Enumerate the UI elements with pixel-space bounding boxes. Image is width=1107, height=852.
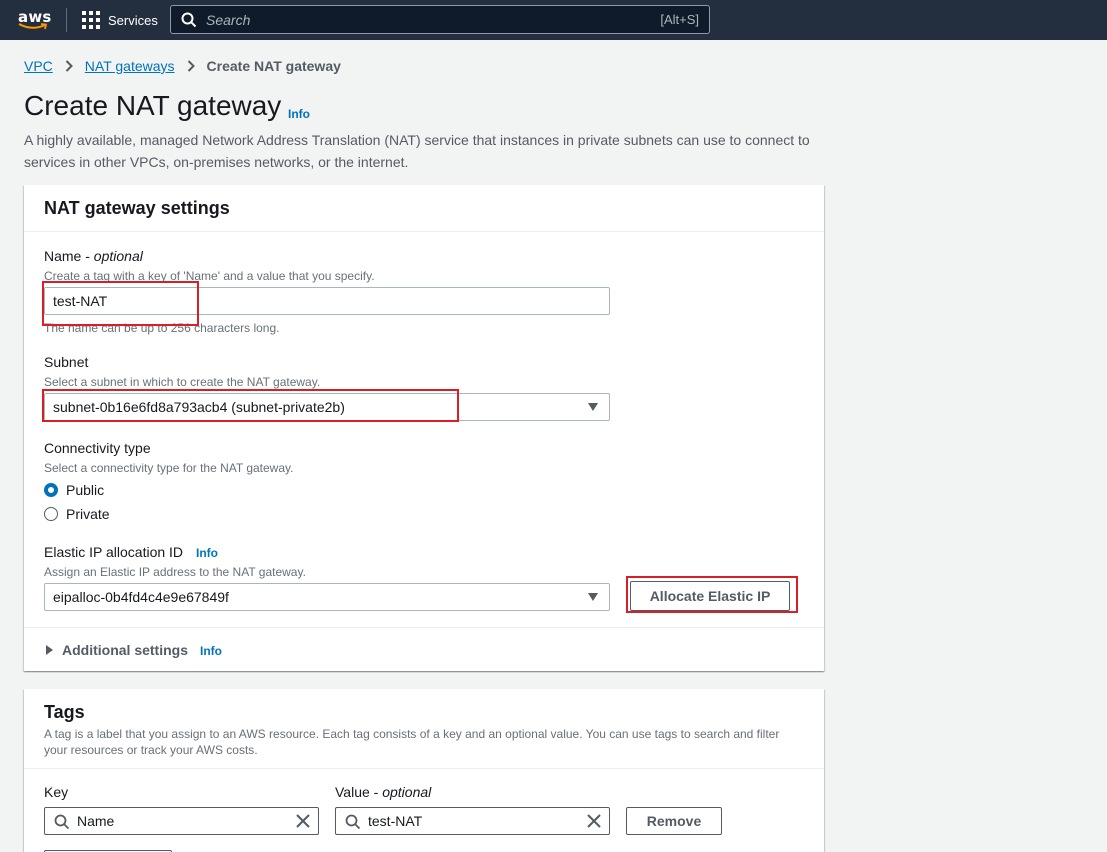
breadcrumb-nat-gateways[interactable]: NAT gateways bbox=[85, 58, 175, 74]
radio-selected-icon bbox=[44, 483, 58, 497]
allocate-elastic-ip-button[interactable]: Allocate Elastic IP bbox=[630, 581, 790, 611]
subnet-select[interactable]: subnet-0b16e6fd8a793acb4 (subnet-private… bbox=[44, 393, 610, 421]
page-title: Create NAT gateway bbox=[24, 90, 282, 121]
eip-field-description: Assign an Elastic IP address to the NAT … bbox=[44, 565, 306, 579]
connectivity-type-label: Connectivity type bbox=[44, 440, 151, 456]
top-navigation-bar: aws Services Search [Alt+S] bbox=[0, 0, 1107, 40]
subnet-selected-value: subnet-0b16e6fd8a793acb4 (subnet-private… bbox=[53, 399, 345, 415]
aws-logo[interactable]: aws bbox=[16, 6, 52, 34]
aws-smile-icon bbox=[18, 23, 48, 30]
name-constraint-text: The name can be up to 256 characters lon… bbox=[44, 321, 280, 335]
radio-public-label: Public bbox=[66, 482, 105, 498]
caret-right-icon bbox=[46, 645, 53, 655]
radio-private[interactable]: Private bbox=[44, 506, 110, 522]
tags-panel: Tags A tag is a label that you assign to… bbox=[24, 689, 824, 852]
caret-down-icon bbox=[588, 593, 598, 601]
name-input[interactable] bbox=[44, 287, 610, 315]
panel-header: NAT gateway settings bbox=[24, 185, 824, 232]
close-icon[interactable] bbox=[586, 813, 602, 829]
panel-title: NAT gateway settings bbox=[44, 198, 230, 218]
tags-panel-title: Tags bbox=[44, 702, 85, 722]
breadcrumb-vpc[interactable]: VPC bbox=[24, 58, 53, 74]
tag-value-label: Value - optional bbox=[335, 784, 432, 800]
caret-down-icon bbox=[588, 403, 598, 411]
tag-key-input[interactable]: Name bbox=[44, 807, 319, 835]
subnet-field-label: Subnet bbox=[44, 354, 89, 370]
nat-gateway-settings-panel: NAT gateway settings Name - optional Cre… bbox=[24, 185, 824, 671]
nav-divider bbox=[66, 8, 67, 32]
eip-info-link[interactable]: Info bbox=[196, 546, 218, 560]
page-info-link[interactable]: Info bbox=[288, 107, 310, 121]
subnet-field-description: Select a subnet in which to create the N… bbox=[44, 375, 321, 389]
tag-value-input[interactable]: test-NAT bbox=[335, 807, 610, 835]
optional-label: optional bbox=[382, 784, 432, 800]
services-label: Services bbox=[108, 12, 158, 28]
tag-value-value: test-NAT bbox=[368, 813, 423, 829]
breadcrumb: VPC NAT gateways Create NAT gateway bbox=[24, 58, 341, 74]
chevron-right-icon bbox=[65, 60, 73, 72]
search-icon bbox=[181, 12, 197, 28]
radio-unselected-icon bbox=[44, 507, 58, 521]
eip-selected-value: eipalloc-0b4fd4c4e9e67849f bbox=[53, 589, 229, 605]
section-divider bbox=[24, 627, 824, 628]
section-divider bbox=[24, 768, 824, 769]
tags-description: A tag is a label that you assign to an A… bbox=[44, 727, 780, 757]
tag-key-label: Key bbox=[44, 784, 69, 800]
radio-public[interactable]: Public bbox=[44, 482, 104, 498]
optional-label: optional bbox=[93, 248, 143, 264]
tag-key-value: Name bbox=[77, 813, 115, 829]
chevron-right-icon bbox=[187, 60, 195, 72]
services-menu-button[interactable]: Services bbox=[82, 10, 158, 30]
additional-settings-label: Additional settings bbox=[62, 642, 188, 658]
close-icon[interactable] bbox=[295, 813, 311, 829]
connectivity-type-description: Select a connectivity type for the NAT g… bbox=[44, 461, 294, 475]
additional-settings-expander[interactable]: Additional settings bbox=[46, 642, 188, 658]
remove-tag-button[interactable]: Remove bbox=[626, 807, 722, 835]
breadcrumb-current: Create NAT gateway bbox=[206, 58, 341, 74]
search-icon bbox=[54, 814, 70, 830]
eip-field-label: Elastic IP allocation ID bbox=[44, 544, 184, 560]
name-field-label: Name - optional bbox=[44, 248, 143, 264]
name-field-description: Create a tag with a key of 'Name' and a … bbox=[44, 269, 375, 283]
search-icon bbox=[345, 814, 361, 830]
services-grid-icon bbox=[82, 11, 100, 29]
global-search-input[interactable]: Search [Alt+S] bbox=[170, 5, 710, 34]
search-placeholder: Search bbox=[206, 12, 251, 28]
search-shortcut: [Alt+S] bbox=[660, 12, 699, 27]
radio-private-label: Private bbox=[66, 506, 110, 522]
page-description: A highly available, managed Network Addr… bbox=[24, 132, 810, 170]
additional-settings-info-link[interactable]: Info bbox=[200, 644, 222, 658]
eip-select[interactable]: eipalloc-0b4fd4c4e9e67849f bbox=[44, 583, 610, 611]
